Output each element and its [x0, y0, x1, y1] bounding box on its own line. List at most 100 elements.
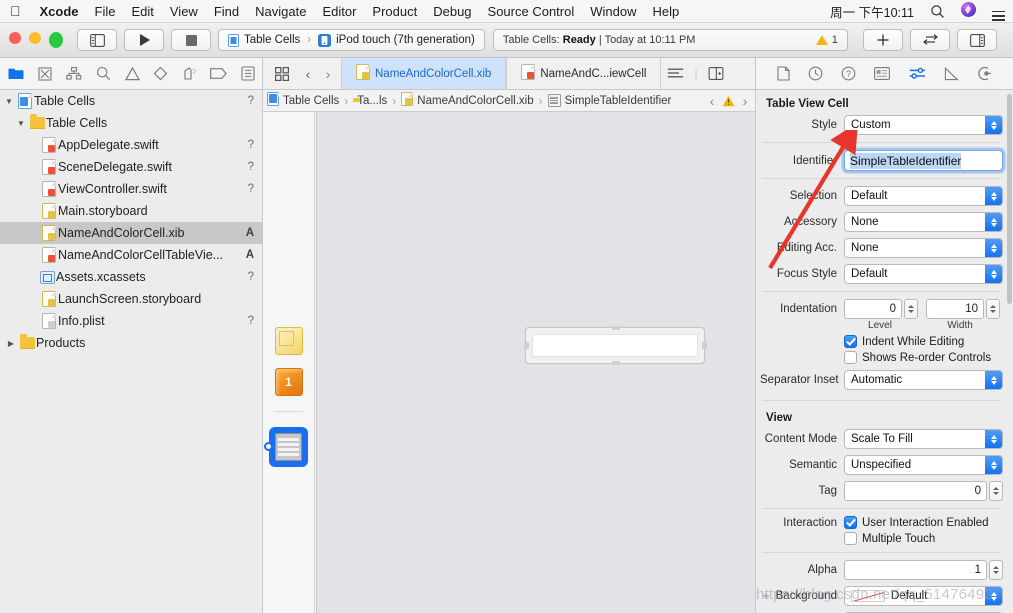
menubar-clock[interactable]: 周一 下午10:11: [822, 2, 922, 21]
disclosure-triangle-icon[interactable]: ▶: [4, 339, 18, 348]
nav-row-group-tablecells[interactable]: ▼ Table Cells: [0, 112, 262, 134]
menu-item-help[interactable]: Help: [645, 4, 688, 19]
editing-accessory-popup-button[interactable]: None: [844, 238, 1003, 258]
disclosure-triangle-icon[interactable]: ▼: [14, 119, 28, 128]
quick-help-icon[interactable]: ?: [841, 66, 856, 81]
folder-icon[interactable]: [2, 58, 31, 89]
indentation-level-stepper[interactable]: [904, 299, 918, 319]
user-interaction-checkbox[interactable]: User Interaction Enabled: [844, 516, 989, 529]
connections-inspector-icon[interactable]: [977, 66, 992, 81]
chevron-left-icon[interactable]: ‹: [299, 66, 317, 82]
resize-handle-top[interactable]: [612, 326, 620, 330]
indentation-width-stepper[interactable]: [986, 299, 1000, 319]
background-color-popup[interactable]: Default: [844, 586, 1003, 606]
nav-row-nameandcolorcell-xib[interactable]: NameAndColorCell.xib A: [0, 222, 262, 244]
close-window-button[interactable]: [9, 32, 21, 44]
menu-item-window[interactable]: Window: [582, 4, 644, 19]
size-inspector-icon[interactable]: [944, 66, 959, 81]
alpha-field[interactable]: 1: [844, 560, 987, 580]
menu-item-product[interactable]: Product: [364, 4, 425, 19]
warning-count[interactable]: 1: [832, 34, 838, 46]
add-background-variation-icon[interactable]: +: [760, 589, 772, 603]
table-view-cell-node[interactable]: [264, 427, 308, 467]
siri-icon[interactable]: [953, 2, 984, 20]
identifier-field[interactable]: SimpleTableIdentifier: [844, 150, 1003, 171]
style-popup-button[interactable]: Custom: [844, 115, 1003, 135]
project-navigator[interactable]: ▼ Table Cells ? ▼ Table Cells AppDelegat…: [0, 90, 263, 613]
toggle-inspector-button[interactable]: [957, 29, 997, 51]
indentation-width-field[interactable]: 10: [926, 299, 984, 319]
file-inspector-icon[interactable]: [777, 66, 790, 81]
control-center-icon[interactable]: [984, 1, 1013, 21]
jumpbar-item-group[interactable]: Ta...ls: [353, 95, 387, 107]
identity-inspector-icon[interactable]: [874, 67, 891, 80]
jumpbar-item-file[interactable]: NameAndColorCell.xib: [401, 92, 534, 109]
history-inspector-icon[interactable]: [808, 66, 823, 81]
chevron-left-icon[interactable]: ‹: [706, 93, 718, 109]
menu-item-source-control[interactable]: Source Control: [480, 4, 583, 19]
menu-item-edit[interactable]: Edit: [123, 4, 161, 19]
nav-row-products[interactable]: ▶ Products: [0, 332, 262, 354]
shows-reorder-checkbox[interactable]: Shows Re-order Controls: [844, 351, 991, 364]
menu-item-file[interactable]: File: [87, 4, 124, 19]
separator-inset-popup-button[interactable]: Automatic: [844, 370, 1003, 390]
file-owner-node[interactable]: [274, 327, 303, 355]
menu-item-find[interactable]: Find: [206, 4, 247, 19]
nav-row-nameandcolorcelltableviewcell[interactable]: NameAndColorCellTableVie... A: [0, 244, 262, 266]
search-icon[interactable]: [922, 4, 953, 19]
attributes-inspector[interactable]: Table View Cell Style Custom Identifier …: [755, 90, 1013, 613]
tab-nameandcolorcell-xib[interactable]: NameAndColorCell.xib: [341, 58, 507, 89]
minimize-window-button[interactable]: [29, 32, 41, 44]
issue-navigator-icon[interactable]: [118, 58, 147, 89]
test-navigator-icon[interactable]: [146, 58, 175, 89]
nav-row-scenedelegate[interactable]: SceneDelegate.swift ?: [0, 156, 262, 178]
source-control-icon[interactable]: [31, 58, 60, 89]
nav-row-assets[interactable]: Assets.xcassets ?: [0, 266, 262, 288]
apple-logo-icon[interactable]: : [0, 4, 32, 18]
resize-handle-bottom[interactable]: [612, 361, 620, 365]
run-button[interactable]: [124, 29, 164, 51]
warning-triangle-icon[interactable]: [722, 95, 735, 107]
resize-handle-right[interactable]: [701, 342, 707, 349]
nav-row-viewcontroller[interactable]: ViewController.swift ?: [0, 178, 262, 200]
semantic-popup-button[interactable]: Unspecified: [844, 455, 1003, 475]
assistant-editor-icon[interactable]: [708, 67, 724, 80]
nav-row-infoplist[interactable]: Info.plist ?: [0, 310, 262, 332]
nav-row-main-storyboard[interactable]: Main.storyboard: [0, 200, 262, 222]
chevron-right-icon[interactable]: ›: [319, 66, 337, 82]
menu-item-view[interactable]: View: [162, 4, 206, 19]
symbol-navigator-icon[interactable]: [60, 58, 89, 89]
tag-field[interactable]: 0: [844, 481, 987, 501]
jumpbar-item-project[interactable]: Table Cells: [267, 92, 339, 109]
nav-row-project[interactable]: ▼ Table Cells ?: [0, 90, 262, 112]
table-view-cell-preview[interactable]: [523, 326, 707, 365]
menu-item-editor[interactable]: Editor: [314, 4, 364, 19]
nav-row-appdelegate[interactable]: AppDelegate.swift ?: [0, 134, 262, 156]
accessory-popup-button[interactable]: None: [844, 212, 1003, 232]
multiple-touch-checkbox[interactable]: Multiple Touch: [844, 532, 935, 545]
debug-navigator-icon[interactable]: [175, 58, 204, 89]
tab-nameandcolorcell-tableviewcell[interactable]: NameAndC...iewCell: [506, 58, 662, 89]
indentation-level-field[interactable]: 0: [844, 299, 902, 319]
scheme-selector[interactable]: Table Cells › iPod touch (7th generation…: [218, 29, 485, 51]
indent-while-editing-checkbox[interactable]: Indent While Editing: [844, 335, 964, 348]
design-canvas[interactable]: [316, 112, 755, 613]
swap-editor-button[interactable]: [910, 29, 950, 51]
tag-stepper[interactable]: [989, 481, 1003, 501]
alpha-stepper[interactable]: [989, 560, 1003, 580]
stop-button[interactable]: [171, 29, 211, 51]
content-mode-popup-button[interactable]: Scale To Fill: [844, 429, 1003, 449]
toggle-navigator-button[interactable]: [77, 29, 117, 51]
menu-item-navigate[interactable]: Navigate: [247, 4, 314, 19]
cell-content-view[interactable]: [532, 334, 698, 357]
focus-style-popup-button[interactable]: Default: [844, 264, 1003, 284]
attributes-inspector-icon[interactable]: [909, 67, 926, 80]
menu-item-xcode[interactable]: Xcode: [32, 4, 87, 19]
breakpoint-navigator-icon[interactable]: [204, 58, 233, 89]
selection-popup-button[interactable]: Default: [844, 186, 1003, 206]
zoom-window-button[interactable]: [49, 32, 63, 48]
editor-options-icon[interactable]: [667, 68, 684, 80]
find-navigator-icon[interactable]: [89, 58, 118, 89]
nav-row-launchscreen[interactable]: LaunchScreen.storyboard: [0, 288, 262, 310]
jumpbar-item-cell[interactable]: SimpleTableIdentifier: [547, 94, 671, 107]
